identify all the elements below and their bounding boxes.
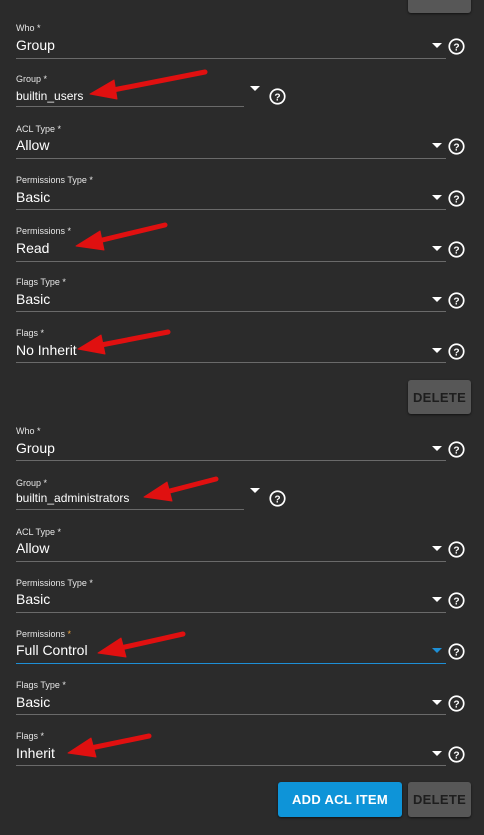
- help-icon[interactable]: ?: [448, 695, 465, 712]
- annotation-arrow: [77, 329, 171, 355]
- permissions-type-underline: [16, 209, 446, 210]
- who-label: Who *: [16, 23, 41, 33]
- annotation-arrow: [67, 733, 152, 758]
- group-underline: [16, 509, 244, 510]
- permissions-label: Permissions *: [16, 629, 72, 639]
- permissions-type-select-value[interactable]: Basic: [16, 189, 50, 205]
- help-icon[interactable]: ?: [448, 190, 465, 207]
- delete-button[interactable]: DELETE: [408, 380, 471, 414]
- chevron-down-icon[interactable]: [432, 751, 442, 756]
- svg-text:?: ?: [453, 42, 459, 53]
- acl-type-underline: [16, 158, 446, 159]
- flags-underline: [16, 362, 446, 363]
- svg-text:?: ?: [453, 142, 459, 153]
- help-icon[interactable]: ?: [448, 441, 465, 458]
- svg-text:?: ?: [453, 545, 459, 556]
- delete-button[interactable]: DELETE: [408, 782, 471, 817]
- permissions-label: Permissions *: [16, 226, 72, 236]
- svg-text:?: ?: [453, 347, 459, 358]
- chevron-down-icon[interactable]: [432, 348, 442, 353]
- acl-type-select-value[interactable]: Allow: [16, 540, 49, 556]
- chevron-down-icon[interactable]: [432, 143, 442, 148]
- annotation-arrow: [97, 631, 186, 658]
- chevron-down-icon[interactable]: [250, 488, 260, 493]
- svg-text:?: ?: [453, 245, 459, 256]
- group-label: Group *: [16, 74, 48, 84]
- chevron-down-icon[interactable]: [432, 648, 442, 653]
- help-icon[interactable]: ?: [448, 643, 465, 660]
- chevron-down-icon[interactable]: [432, 195, 442, 200]
- help-icon[interactable]: ?: [448, 292, 465, 309]
- who-label: Who *: [16, 426, 41, 436]
- chevron-down-icon[interactable]: [432, 297, 442, 302]
- help-icon[interactable]: ?: [448, 746, 465, 763]
- group-underline: [16, 106, 244, 107]
- permissions-type-label: Permissions Type *: [16, 578, 93, 588]
- help-icon[interactable]: ?: [269, 88, 286, 105]
- help-icon[interactable]: ?: [448, 241, 465, 258]
- group-input-value[interactable]: builtin_users: [16, 89, 83, 103]
- acl-type-select-value[interactable]: Allow: [16, 137, 49, 153]
- add-acl-item-button[interactable]: ADD ACL ITEM: [278, 782, 402, 817]
- flags-type-label: Flags Type *: [16, 277, 66, 287]
- chevron-down-icon[interactable]: [250, 86, 260, 91]
- flags-type-label: Flags Type *: [16, 680, 66, 690]
- svg-text:?: ?: [453, 647, 459, 658]
- flags-type-underline: [16, 311, 446, 312]
- help-icon[interactable]: ?: [269, 490, 286, 507]
- svg-text:?: ?: [453, 445, 459, 456]
- annotation-arrow: [89, 69, 208, 100]
- acl-type-label: ACL Type *: [16, 527, 62, 537]
- chevron-down-icon[interactable]: [432, 700, 442, 705]
- flags-label: Flags *: [16, 328, 45, 338]
- annotation-arrows: [67, 69, 219, 758]
- group-input-value[interactable]: builtin_administrators: [16, 491, 129, 505]
- flags-type-select-value[interactable]: Basic: [16, 291, 50, 307]
- help-icon[interactable]: ?: [448, 138, 465, 155]
- svg-text:?: ?: [274, 494, 280, 505]
- annotation-arrow: [75, 222, 168, 251]
- flags-select-value[interactable]: Inherit: [16, 745, 55, 761]
- svg-text:?: ?: [453, 296, 459, 307]
- flags-type-underline: [16, 714, 446, 715]
- flags-type-select-value[interactable]: Basic: [16, 694, 50, 710]
- help-icon[interactable]: ?: [448, 541, 465, 558]
- who-underline: [16, 58, 446, 59]
- acl-type-underline: [16, 561, 446, 562]
- svg-text:?: ?: [453, 699, 459, 710]
- permissions-underline: [16, 663, 446, 664]
- svg-text:?: ?: [453, 194, 459, 205]
- permissions-type-select-value[interactable]: Basic: [16, 591, 50, 607]
- flags-underline: [16, 765, 446, 766]
- help-icon[interactable]: ?: [448, 38, 465, 55]
- svg-text:?: ?: [453, 750, 459, 761]
- svg-text:?: ?: [453, 596, 459, 607]
- chevron-down-icon[interactable]: [432, 446, 442, 451]
- permissions-type-underline: [16, 612, 446, 613]
- flags-label: Flags *: [16, 731, 45, 741]
- group-label: Group *: [16, 478, 48, 488]
- help-icon[interactable]: ?: [448, 592, 465, 609]
- chevron-down-icon[interactable]: [432, 597, 442, 602]
- chevron-down-icon[interactable]: [432, 43, 442, 48]
- permissions-select-value[interactable]: Read: [16, 240, 49, 256]
- who-select-value[interactable]: Group: [16, 37, 55, 53]
- flags-select-value[interactable]: No Inherit: [16, 342, 77, 358]
- who-underline: [16, 460, 446, 461]
- permissions-type-label: Permissions Type *: [16, 175, 93, 185]
- permissions-select-value[interactable]: Full Control: [16, 642, 88, 658]
- delete-button-top-partial[interactable]: [408, 0, 471, 13]
- chevron-down-icon[interactable]: [432, 246, 442, 251]
- acl-type-label: ACL Type *: [16, 124, 62, 134]
- help-icon[interactable]: ?: [448, 343, 465, 360]
- svg-text:?: ?: [274, 92, 280, 103]
- annotation-arrow: [143, 476, 219, 502]
- permissions-underline: [16, 261, 446, 262]
- who-select-value[interactable]: Group: [16, 440, 55, 456]
- chevron-down-icon[interactable]: [432, 546, 442, 551]
